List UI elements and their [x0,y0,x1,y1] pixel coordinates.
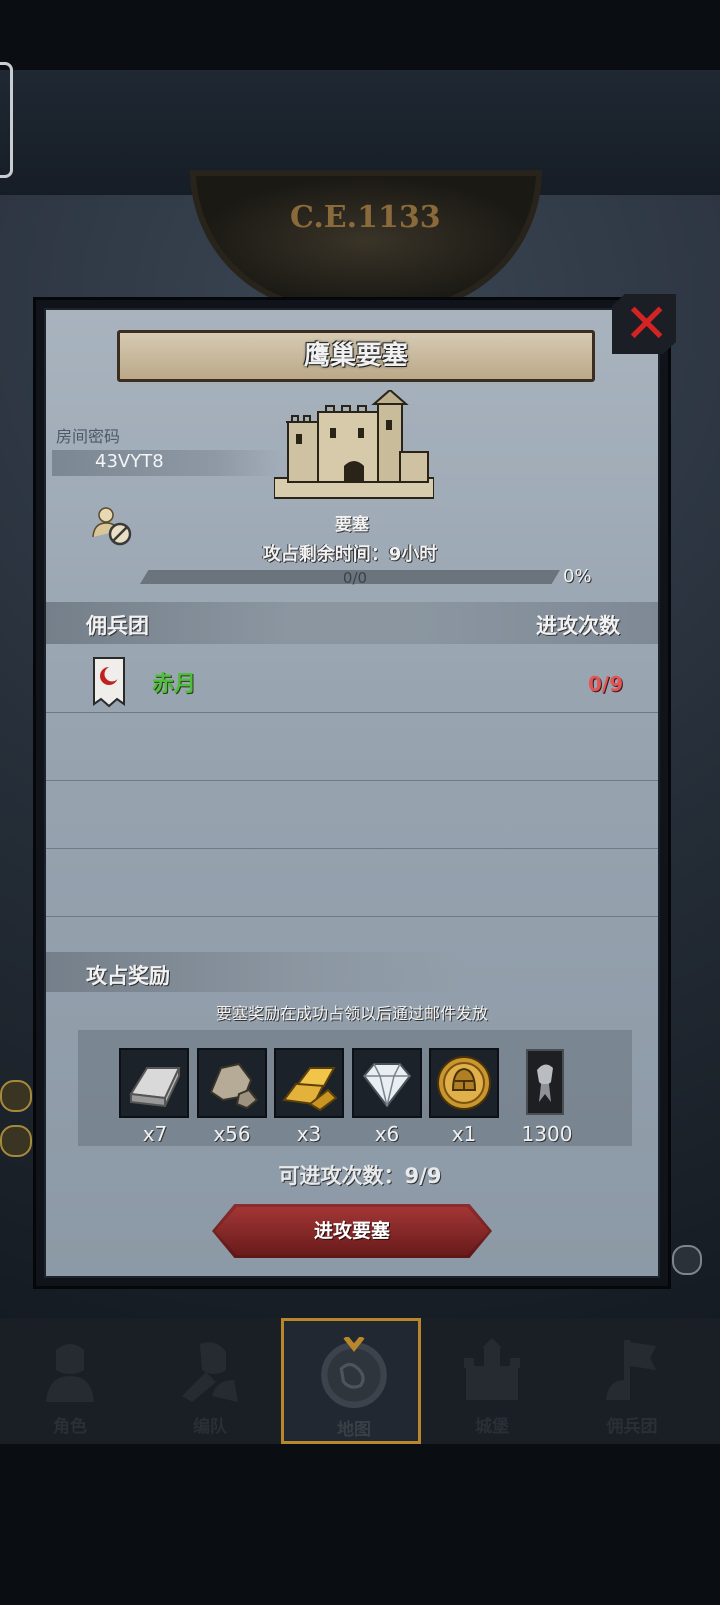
fame-banner-icon [526,1049,564,1115]
fortress-type-label: 要塞 [335,515,369,535]
nav-label: 编队 [193,1417,227,1437]
close-icon: ✕ [624,292,670,355]
room-password-value: 43VYT8 [95,451,164,472]
mercenary-column-header: 佣兵团 [86,614,149,638]
gold-bars-icon [282,1067,338,1112]
knight-helmet-medal-icon [437,1056,491,1110]
system-nav-bar [0,1444,720,1605]
diamond-icon [362,1063,412,1108]
remaining-attacks-label: 可进攻次数：9/9 [278,1164,442,1188]
reward-count: 1300 [521,1122,573,1146]
reward-slot-stone[interactable] [197,1048,267,1118]
reward-slot-iron[interactable] [119,1048,189,1118]
room-password-label: 房间密码 [56,427,121,446]
reward-count: x3 [296,1122,322,1146]
row-divider [46,780,658,781]
guild-flag-icon [92,656,126,708]
nav-label: 佣兵团 [606,1417,658,1437]
nav-label: 角色 [53,1417,87,1437]
status-bar [0,0,720,70]
reward-count: x7 [142,1122,168,1146]
capture-time-remaining: 攻占剩余时间：9小时 [262,544,438,565]
rewards-note: 要塞奖励在成功占领以后通过邮件发放 [215,1004,488,1023]
user-blocked-icon[interactable] [90,503,134,547]
character-icon [46,1344,94,1402]
side-target-button[interactable] [0,1080,32,1112]
side-drawer-tab[interactable] [0,62,13,178]
iron-ingot-icon [129,1067,181,1108]
attack-button-label: 进攻要塞 [313,1220,390,1242]
nav-item-map[interactable]: 地图 [281,1318,421,1444]
reward-slot-medal[interactable] [429,1048,499,1118]
row-divider [46,916,658,917]
reward-count: x56 [213,1122,251,1146]
map-icon [321,1337,387,1408]
mercenary-icon [606,1340,656,1400]
reward-slot-fame[interactable] [517,1048,571,1118]
dialog-title: 鹰巢要塞 [303,341,408,371]
attack-fortress-button[interactable]: 进攻要塞 [212,1204,492,1258]
fortress-icon [273,388,435,502]
guild-name[interactable]: 赤月 [152,666,196,698]
reward-slot-diamond[interactable] [352,1048,422,1118]
nav-item-castle[interactable]: 城堡 [422,1318,562,1444]
reward-slot-gold[interactable] [274,1048,344,1118]
reward-count: x1 [451,1122,477,1146]
nav-item-character[interactable]: 角色 [0,1318,140,1444]
reward-count: x6 [374,1122,400,1146]
side-locate-button[interactable] [0,1125,32,1157]
close-button[interactable]: ✕ [612,294,676,354]
year-label: C.E.1133 [290,200,441,235]
side-minus-button[interactable] [672,1245,702,1275]
formation-icon [182,1342,238,1402]
nav-label: 城堡 [475,1417,509,1437]
castle-icon [464,1338,520,1400]
capture-progress-percent: 0% [563,566,592,587]
row-divider [46,848,658,849]
nav-label: 地图 [337,1420,371,1440]
attacks-column-header: 进攻次数 [536,614,620,638]
guild-attack-count: 0/9 [588,672,624,696]
nav-item-formation[interactable]: 编队 [140,1318,280,1444]
stone-ore-icon [209,1062,259,1110]
nav-item-mercenary[interactable]: 佣兵团 [562,1318,702,1444]
rewards-header: 攻占奖励 [86,964,170,988]
room-password-band [52,450,282,476]
capture-progress-count: 0/0 [342,569,368,587]
row-divider [46,712,658,713]
